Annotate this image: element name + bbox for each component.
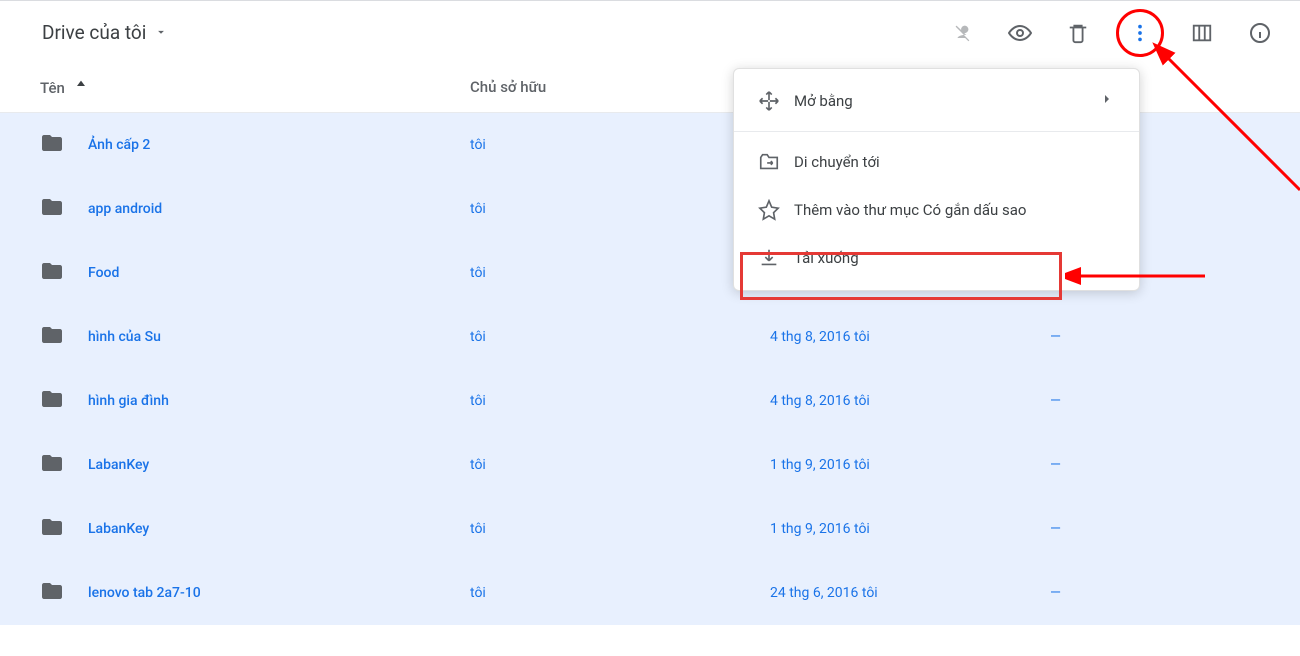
- grid-view-icon[interactable]: [1182, 13, 1222, 53]
- table-row[interactable]: hình gia đình tôi4 thg 8, 2016 tôi—: [0, 369, 1300, 433]
- file-name: lenovo tab 2a7-10: [88, 585, 201, 601]
- folder-icon: [40, 323, 64, 351]
- file-owner: tôi: [470, 265, 770, 281]
- chevron-down-icon: [154, 21, 168, 44]
- more-actions-highlight: [1116, 9, 1164, 57]
- file-owner: tôi: [470, 457, 770, 473]
- file-date: 1 thg 9, 2016 tôi: [770, 457, 1050, 473]
- file-name: app android: [88, 201, 162, 217]
- file-name: hình của Su: [88, 329, 161, 345]
- open-with-icon: [758, 90, 794, 112]
- folder-icon: [40, 515, 64, 543]
- folder-icon: [40, 195, 64, 223]
- chevron-right-icon: [1099, 91, 1115, 111]
- context-menu: Mở bằng Di chuyển tới Thêm vào thư mục C…: [733, 68, 1140, 291]
- table-row[interactable]: LabanKey tôi1 thg 9, 2016 tôi—: [0, 433, 1300, 497]
- file-date: 1 thg 9, 2016 tôi: [770, 521, 1050, 537]
- file-owner: tôi: [470, 137, 770, 153]
- folder-icon: [40, 259, 64, 287]
- file-date: 4 thg 8, 2016 tôi: [770, 393, 1050, 409]
- sort-asc-icon: [73, 78, 89, 98]
- file-size: —: [1050, 585, 1300, 601]
- menu-move-to-label: Di chuyển tới: [794, 153, 880, 171]
- file-owner: tôi: [470, 329, 770, 345]
- trash-icon[interactable]: [1058, 13, 1098, 53]
- table-row[interactable]: hình của Su tôi4 thg 8, 2016 tôi—: [0, 305, 1300, 369]
- folder-icon: [40, 579, 64, 607]
- download-icon: [758, 247, 794, 269]
- file-owner: tôi: [470, 521, 770, 537]
- move-to-icon: [758, 151, 794, 173]
- table-row[interactable]: lenovo tab 2a7-10 tôi24 thg 6, 2016 tôi—: [0, 561, 1300, 625]
- file-size: —: [1050, 393, 1300, 409]
- file-size: —: [1050, 521, 1300, 537]
- menu-add-star[interactable]: Thêm vào thư mục Có gắn dấu sao: [734, 186, 1139, 234]
- menu-open-with-label: Mở bằng: [794, 92, 853, 110]
- menu-open-with[interactable]: Mở bằng: [734, 77, 1139, 125]
- file-owner: tôi: [470, 585, 770, 601]
- topbar: Drive của tôi: [0, 0, 1300, 64]
- file-name: LabanKey: [88, 521, 149, 537]
- file-date: 24 thg 6, 2016 tôi: [770, 585, 1050, 601]
- star-icon: [758, 199, 794, 221]
- file-size: —: [1050, 457, 1300, 473]
- folder-icon: [40, 387, 64, 415]
- folder-icon: [40, 131, 64, 159]
- file-date: 4 thg 8, 2016 tôi: [770, 329, 1050, 345]
- file-owner: tôi: [470, 393, 770, 409]
- table-row[interactable]: LabanKey tôi1 thg 9, 2016 tôi—: [0, 497, 1300, 561]
- toolbar-right: [942, 9, 1280, 57]
- file-owner: tôi: [470, 201, 770, 217]
- breadcrumb-title: Drive của tôi: [42, 21, 146, 44]
- breadcrumb-my-drive[interactable]: Drive của tôi: [40, 17, 170, 48]
- menu-separator: [734, 131, 1139, 132]
- menu-download[interactable]: Tải xuống: [734, 234, 1139, 282]
- header-owner-label: Chủ sở hữu: [470, 78, 546, 96]
- file-size: —: [1050, 329, 1300, 345]
- share-disabled-icon[interactable]: [942, 13, 982, 53]
- column-name[interactable]: Tên: [40, 78, 470, 98]
- menu-download-label: Tải xuống: [794, 249, 859, 267]
- more-actions-button[interactable]: [1129, 22, 1151, 44]
- folder-icon: [40, 451, 64, 479]
- file-name: Ảnh cấp 2: [88, 137, 150, 153]
- file-name: LabanKey: [88, 457, 149, 473]
- column-owner[interactable]: Chủ sở hữu: [470, 78, 770, 98]
- file-name: Food: [88, 265, 119, 281]
- menu-move-to[interactable]: Di chuyển tới: [734, 138, 1139, 186]
- header-name-label: Tên: [40, 79, 65, 97]
- info-icon[interactable]: [1240, 13, 1280, 53]
- preview-icon[interactable]: [1000, 13, 1040, 53]
- file-name: hình gia đình: [88, 393, 169, 409]
- menu-add-star-label: Thêm vào thư mục Có gắn dấu sao: [794, 201, 1027, 219]
